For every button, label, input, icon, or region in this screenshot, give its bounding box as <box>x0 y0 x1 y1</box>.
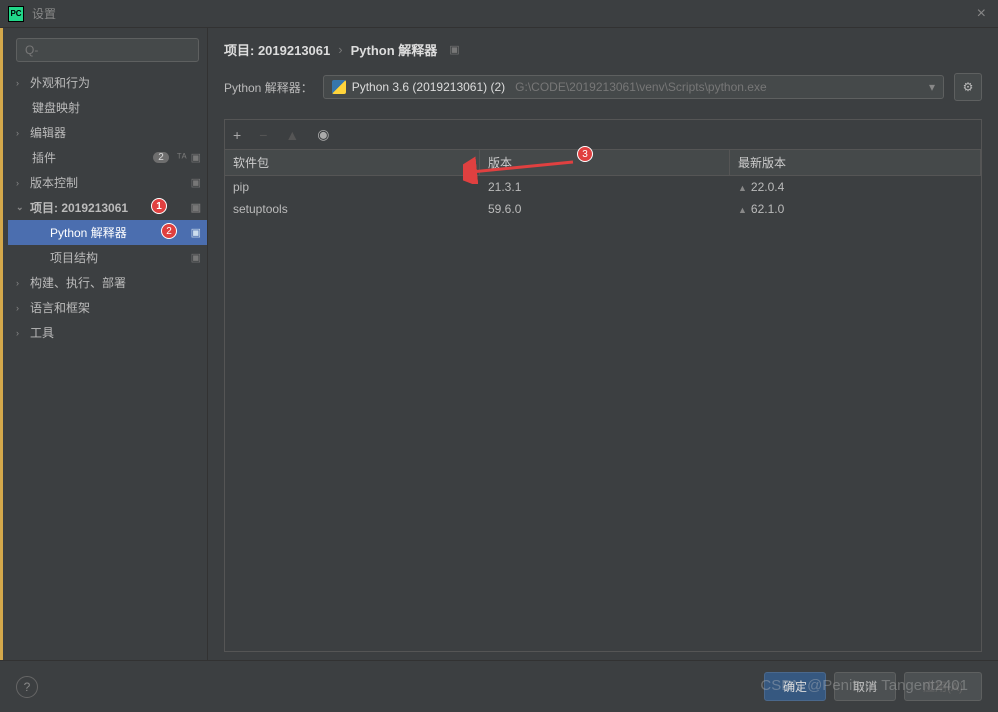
chevron-right-icon: › <box>16 78 26 88</box>
header-version[interactable]: 版本 <box>480 150 730 175</box>
main-area: Q- › 外观和行为 键盘映射 › 编辑器 插件 2 ᵀᴬ ▣ › 版本控制 ▣… <box>0 28 998 660</box>
sidebar-item-editor[interactable]: › 编辑器 <box>8 120 207 145</box>
chevron-right-icon: › <box>16 328 26 338</box>
sidebar-item-keymap[interactable]: 键盘映射 <box>8 95 207 120</box>
gear-icon: ⚙ <box>963 80 974 94</box>
chevron-right-icon: › <box>16 303 26 313</box>
sidebar-item-plugins[interactable]: 插件 2 ᵀᴬ ▣ <box>8 145 207 170</box>
project-icon: ▣ <box>191 151 201 164</box>
left-edge-strip <box>0 28 8 660</box>
sidebar-item-project[interactable]: ⌄ 项目: 2019213061 1 ▣ <box>8 195 207 220</box>
apply-button[interactable]: 应用(A) <box>904 672 982 701</box>
package-latest: ▲22.0.4 <box>730 178 981 196</box>
chevron-right-icon: › <box>16 128 26 138</box>
ok-button[interactable]: 确定 <box>764 672 826 701</box>
interpreter-name: Python 3.6 (2019213061) (2) <box>352 80 505 94</box>
eye-icon[interactable]: ◉ <box>317 126 329 143</box>
footer-buttons: 确定 取消 应用(A) <box>764 672 982 701</box>
package-row[interactable]: setuptools 59.6.0 ▲62.1.0 <box>225 198 981 220</box>
sidebar-item-appearance[interactable]: › 外观和行为 <box>8 70 207 95</box>
chevron-down-icon: ⌄ <box>16 202 26 213</box>
add-package-button[interactable]: + <box>233 127 241 143</box>
project-icon: ▣ <box>191 176 201 189</box>
interpreter-row: Python 解释器： Python 3.6 (2019213061) (2) … <box>224 73 982 101</box>
window-title: 设置 <box>32 5 56 22</box>
upgrade-package-button[interactable]: ▲ <box>285 127 299 143</box>
package-latest: ▲62.1.0 <box>730 200 981 218</box>
sidebar-item-tools[interactable]: › 工具 <box>8 320 207 345</box>
chevron-right-icon: › <box>16 278 26 288</box>
titlebar: PC 设置 × <box>0 0 998 28</box>
annotation-badge-2: 2 <box>161 223 177 239</box>
help-button[interactable]: ? <box>16 676 38 698</box>
settings-sidebar: Q- › 外观和行为 键盘映射 › 编辑器 插件 2 ᵀᴬ ▣ › 版本控制 ▣… <box>8 28 208 660</box>
package-row[interactable]: pip 21.3.1 ▲22.0.4 <box>225 176 981 198</box>
sidebar-item-version-control[interactable]: › 版本控制 ▣ <box>8 170 207 195</box>
content-panel: 项目: 2019213061 › Python 解释器 ▣ Python 解释器… <box>208 28 998 660</box>
packages-header: 软件包 版本 最新版本 <box>225 150 981 176</box>
project-icon: ▣ <box>191 226 201 239</box>
translate-icon: ᵀᴬ <box>177 152 187 164</box>
search-input[interactable]: Q- <box>16 38 199 62</box>
close-icon[interactable]: × <box>973 5 990 23</box>
project-icon: ▣ <box>191 251 201 264</box>
packages-panel: + − ▲ ◉ 软件包 版本 最新版本 pip 21.3.1 ▲22.0.4 s… <box>224 119 982 652</box>
sidebar-item-python-interpreter[interactable]: Python 解释器 2 ▣ <box>8 220 207 245</box>
chevron-right-icon: › <box>338 42 342 57</box>
upgrade-icon: ▲ <box>738 205 747 215</box>
sidebar-item-languages[interactable]: › 语言和框架 <box>8 295 207 320</box>
package-name: setuptools <box>225 200 480 218</box>
sidebar-item-project-structure[interactable]: 项目结构 ▣ <box>8 245 207 270</box>
package-name: pip <box>225 178 480 196</box>
interpreter-select[interactable]: Python 3.6 (2019213061) (2) G:\CODE\2019… <box>323 75 944 99</box>
header-latest[interactable]: 最新版本 <box>730 150 981 175</box>
interpreter-path: G:\CODE\2019213061\venv\Scripts\python.e… <box>515 80 766 94</box>
upgrade-icon: ▲ <box>738 183 747 193</box>
breadcrumb-interpreter: Python 解释器 <box>351 40 438 59</box>
breadcrumb: 项目: 2019213061 › Python 解释器 ▣ <box>224 40 982 59</box>
dialog-footer: ? 确定 取消 应用(A) <box>0 660 998 712</box>
remove-package-button[interactable]: − <box>259 127 267 143</box>
project-icon: ▣ <box>449 43 459 56</box>
package-version: 59.6.0 <box>480 200 730 218</box>
app-icon: PC <box>8 6 24 22</box>
chevron-down-icon: ▾ <box>929 80 935 94</box>
annotation-badge-1: 1 <box>151 198 167 214</box>
package-version: 21.3.1 <box>480 178 730 196</box>
chevron-right-icon: › <box>16 178 26 188</box>
search-placeholder: Q- <box>25 43 38 57</box>
sidebar-item-build[interactable]: › 构建、执行、部署 <box>8 270 207 295</box>
interpreter-settings-button[interactable]: ⚙ <box>954 73 982 101</box>
packages-toolbar: + − ▲ ◉ <box>225 120 981 150</box>
interpreter-label: Python 解释器： <box>224 79 313 96</box>
breadcrumb-project: 项目: 2019213061 <box>224 40 330 59</box>
python-icon <box>332 80 346 94</box>
plugin-count-badge: 2 <box>153 152 169 163</box>
cancel-button[interactable]: 取消 <box>834 672 896 701</box>
header-package-name[interactable]: 软件包 <box>225 150 480 175</box>
project-icon: ▣ <box>191 201 201 214</box>
